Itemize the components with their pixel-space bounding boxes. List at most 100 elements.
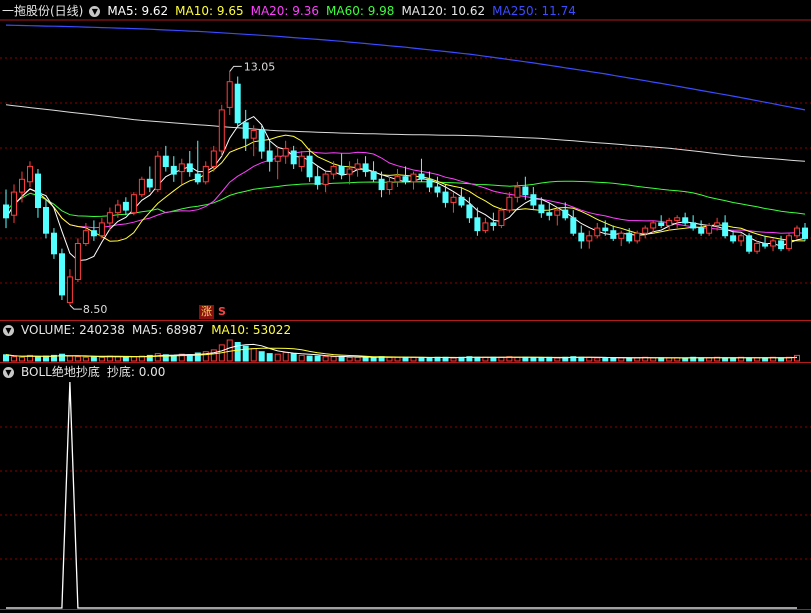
candle-up: [498, 209, 505, 227]
volume-bar: [778, 357, 785, 362]
candle-down: [442, 191, 449, 203]
candle-down: [762, 243, 769, 247]
candle-down: [194, 173, 201, 183]
chevron-down-icon[interactable]: ▼: [89, 5, 101, 17]
candle-down: [690, 222, 697, 229]
candle-down: [426, 178, 433, 188]
candle-up: [754, 243, 761, 252]
volume-bar: [354, 356, 361, 362]
candle-down: [530, 194, 537, 206]
candle-down: [602, 227, 609, 232]
candle-down: [490, 222, 497, 226]
volume-bar: [418, 357, 425, 362]
volume-bar: [410, 356, 417, 362]
candle-down: [338, 165, 345, 175]
volume-bar: [386, 356, 393, 362]
volume-bar: [362, 356, 369, 362]
candle-down: [466, 204, 473, 219]
volume-ma10-line: [5, 347, 798, 359]
candle-up: [386, 181, 393, 191]
volume-bar: [530, 357, 537, 362]
volume-bar: [250, 348, 257, 362]
volume-bar: [746, 357, 753, 362]
candle-down: [682, 217, 689, 224]
volume-bar: [602, 357, 609, 362]
volume-bar: [66, 355, 73, 362]
candle-down: [162, 155, 169, 167]
volume-bar: [338, 356, 345, 362]
volume-ma10-readout: MA10: 53022: [211, 323, 292, 337]
volume-bar: [618, 357, 625, 362]
indicator-title: BOLL绝地抄底: [21, 365, 100, 379]
volume-bar: [402, 356, 409, 362]
candle-down: [546, 212, 553, 216]
volume-bar: [19, 356, 25, 362]
volume-bar: [210, 349, 217, 362]
volume-bar: [314, 355, 321, 362]
candle-up: [394, 176, 401, 183]
candle-up: [634, 232, 641, 242]
candle-up: [98, 222, 105, 237]
signal-rise-marker: 涨: [199, 305, 214, 319]
volume-bar: [426, 357, 433, 362]
chevron-down-icon[interactable]: ▼: [3, 366, 14, 378]
candle-down: [3, 204, 9, 219]
volume-bar: [290, 353, 297, 362]
volume-bar: [114, 356, 121, 362]
candle-down: [306, 155, 313, 178]
candle-up: [594, 227, 601, 237]
volume-bar: [35, 356, 41, 362]
candle-up: [19, 178, 25, 193]
candle-down: [538, 204, 545, 214]
candle-up: [66, 276, 73, 304]
volume-bar: [3, 354, 9, 362]
volume-bar: [650, 357, 657, 362]
candle-up: [250, 130, 257, 139]
volume-bar: [450, 357, 457, 362]
indicator-signal-readout: 抄底: 0.00: [106, 365, 166, 379]
candle-down: [626, 232, 633, 242]
candle-up: [770, 240, 777, 247]
stock-chart[interactable]: 13.05 8.50: [0, 0, 811, 613]
volume-bar: [266, 353, 273, 362]
volume-bar: [370, 356, 377, 362]
candle-up: [74, 243, 81, 280]
candle-down: [570, 217, 577, 234]
candle-down: [474, 217, 481, 232]
low-marker-arrow: [69, 304, 82, 310]
candle-down: [434, 186, 441, 193]
chevron-down-icon[interactable]: ▼: [3, 324, 14, 336]
volume-bar: [122, 356, 129, 362]
candle-up: [482, 222, 489, 232]
candle-up: [794, 227, 800, 237]
candle-up: [114, 204, 121, 214]
volume-readout: VOLUME: 240238: [21, 323, 125, 337]
volume-panel-header: ▼ VOLUME: 240238 MA5: 68987 MA10: 53022: [0, 321, 298, 339]
volume-bar: [330, 356, 337, 362]
candle-up: [322, 173, 329, 185]
candle-up: [450, 196, 457, 203]
candle-down: [314, 176, 321, 185]
candle-up: [330, 165, 337, 175]
volume-bar: [538, 357, 545, 362]
candle-down: [59, 253, 65, 296]
volume-bar: [11, 356, 17, 362]
volume-bar: [274, 353, 281, 362]
candle-down: [242, 122, 249, 139]
volume-bar: [554, 357, 561, 362]
volume-bar: [242, 345, 249, 362]
candle-up: [130, 194, 137, 214]
candle-down: [722, 222, 729, 237]
candle-up: [706, 225, 713, 234]
volume-bar: [706, 357, 713, 362]
candle-down: [258, 130, 265, 152]
candle-down: [290, 150, 297, 165]
candle-down: [43, 207, 49, 234]
candle-down: [522, 186, 529, 196]
candle-down: [122, 201, 129, 211]
volume-bar: [154, 353, 161, 362]
volume-bar: [394, 356, 401, 362]
volume-bar: [658, 357, 665, 362]
volume-bar: [82, 356, 89, 362]
indicator-panel-header: ▼ BOLL绝地抄底 抄底: 0.00: [0, 363, 172, 381]
